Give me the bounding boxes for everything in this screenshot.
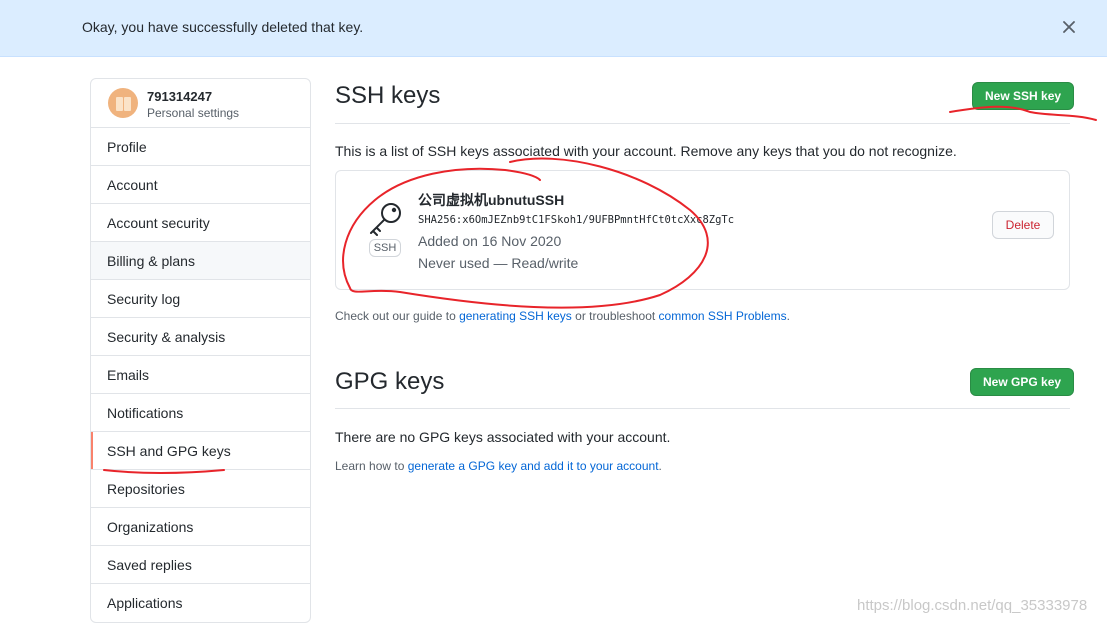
sidebar-subtitle: Personal settings bbox=[147, 106, 240, 120]
sidebar-item-security-log[interactable]: Security log bbox=[91, 280, 310, 318]
close-icon[interactable] bbox=[1059, 17, 1079, 37]
sidebar-item-billing[interactable]: Billing & plans bbox=[91, 242, 310, 280]
generating-ssh-keys-link[interactable]: generating SSH keys bbox=[459, 309, 572, 323]
ssh-guide-middle: or troubleshoot bbox=[571, 309, 659, 323]
sidebar-item-organizations[interactable]: Organizations bbox=[91, 508, 310, 546]
common-ssh-problems-link[interactable]: common SSH Problems bbox=[659, 309, 787, 323]
ssh-description: This is a list of SSH keys associated wi… bbox=[335, 143, 957, 159]
gpg-learn-note: Learn how to generate a GPG key and add … bbox=[335, 459, 662, 473]
sidebar-item-label: SSH and GPG keys bbox=[107, 442, 231, 459]
sidebar-item-emails[interactable]: Emails bbox=[91, 356, 310, 394]
gpg-section-header: GPG keys bbox=[335, 368, 1070, 409]
ssh-key-title: 公司虚拟机ubnutuSSH bbox=[418, 192, 565, 208]
key-icon bbox=[366, 201, 406, 240]
settings-sidebar: 791314247 Personal settings Profile Acco… bbox=[90, 78, 311, 623]
gpg-learn-suffix: . bbox=[658, 459, 662, 473]
sidebar-item-repositories[interactable]: Repositories bbox=[91, 470, 310, 508]
ssh-key-fingerprint: SHA256:x6OmJEZnb9tC1FSkoh1/9UFBPmntHfCt0… bbox=[418, 214, 735, 226]
flash-banner: Okay, you have successfully deleted that… bbox=[0, 0, 1107, 57]
sidebar-item-applications[interactable]: Applications bbox=[91, 584, 310, 622]
ssh-guide-suffix: . bbox=[786, 309, 790, 323]
sidebar-item-label: Profile bbox=[107, 138, 147, 155]
flash-message: Okay, you have successfully deleted that… bbox=[82, 19, 364, 35]
sidebar-header: 791314247 Personal settings bbox=[91, 79, 310, 128]
ssh-type-badge: SSH bbox=[369, 239, 401, 257]
gpg-keys-title: GPG keys bbox=[335, 368, 445, 395]
sidebar-item-profile[interactable]: Profile bbox=[91, 128, 310, 166]
new-ssh-key-button[interactable]: New SSH key bbox=[972, 82, 1075, 110]
ssh-section-header: SSH keys bbox=[335, 82, 1070, 124]
sidebar-item-label: Billing & plans bbox=[107, 252, 195, 269]
sidebar-item-label: Notifications bbox=[107, 404, 184, 421]
ssh-guide-note: Check out our guide to generating SSH ke… bbox=[335, 309, 790, 323]
avatar[interactable] bbox=[108, 88, 138, 118]
sidebar-item-label: Account bbox=[107, 176, 158, 193]
delete-ssh-key-button[interactable]: Delete bbox=[992, 211, 1054, 239]
sidebar-item-account[interactable]: Account bbox=[91, 166, 310, 204]
ssh-guide-prefix: Check out our guide to bbox=[335, 309, 460, 323]
watermark: https://blog.csdn.net/qq_35333978 bbox=[857, 597, 1088, 614]
sidebar-item-label: Account security bbox=[107, 214, 210, 231]
ssh-key-added-date: Added on 16 Nov 2020 bbox=[418, 233, 562, 249]
sidebar-item-label: Saved replies bbox=[107, 556, 192, 573]
new-gpg-key-button[interactable]: New GPG key bbox=[970, 368, 1075, 396]
sidebar-item-saved-replies[interactable]: Saved replies bbox=[91, 546, 310, 584]
sidebar-item-label: Applications bbox=[107, 595, 183, 611]
sidebar-item-label: Organizations bbox=[107, 518, 194, 535]
ssh-key-item: SSH 公司虚拟机ubnutuSSH SHA256:x6OmJEZnb9tC1F… bbox=[335, 170, 1070, 290]
sidebar-item-notifications[interactable]: Notifications bbox=[91, 394, 310, 432]
sidebar-item-label: Repositories bbox=[107, 480, 185, 497]
gpg-learn-prefix: Learn how to bbox=[335, 459, 408, 473]
sidebar-item-ssh-gpg-keys[interactable]: SSH and GPG keys bbox=[91, 432, 310, 470]
sidebar-item-label: Security & analysis bbox=[107, 328, 226, 345]
sidebar-item-label: Emails bbox=[107, 366, 150, 383]
sidebar-item-account-security[interactable]: Account security bbox=[91, 204, 310, 242]
sidebar-item-label: Security log bbox=[107, 290, 181, 307]
sidebar-item-security-analysis[interactable]: Security & analysis bbox=[91, 318, 310, 356]
ssh-keys-title: SSH keys bbox=[335, 82, 441, 109]
generate-gpg-key-link[interactable]: generate a GPG key and add it to your ac… bbox=[408, 459, 659, 473]
sidebar-username[interactable]: 791314247 bbox=[147, 89, 212, 104]
gpg-empty-text: There are no GPG keys associated with yo… bbox=[335, 429, 671, 445]
ssh-key-usage: Never used — Read/write bbox=[418, 255, 579, 271]
